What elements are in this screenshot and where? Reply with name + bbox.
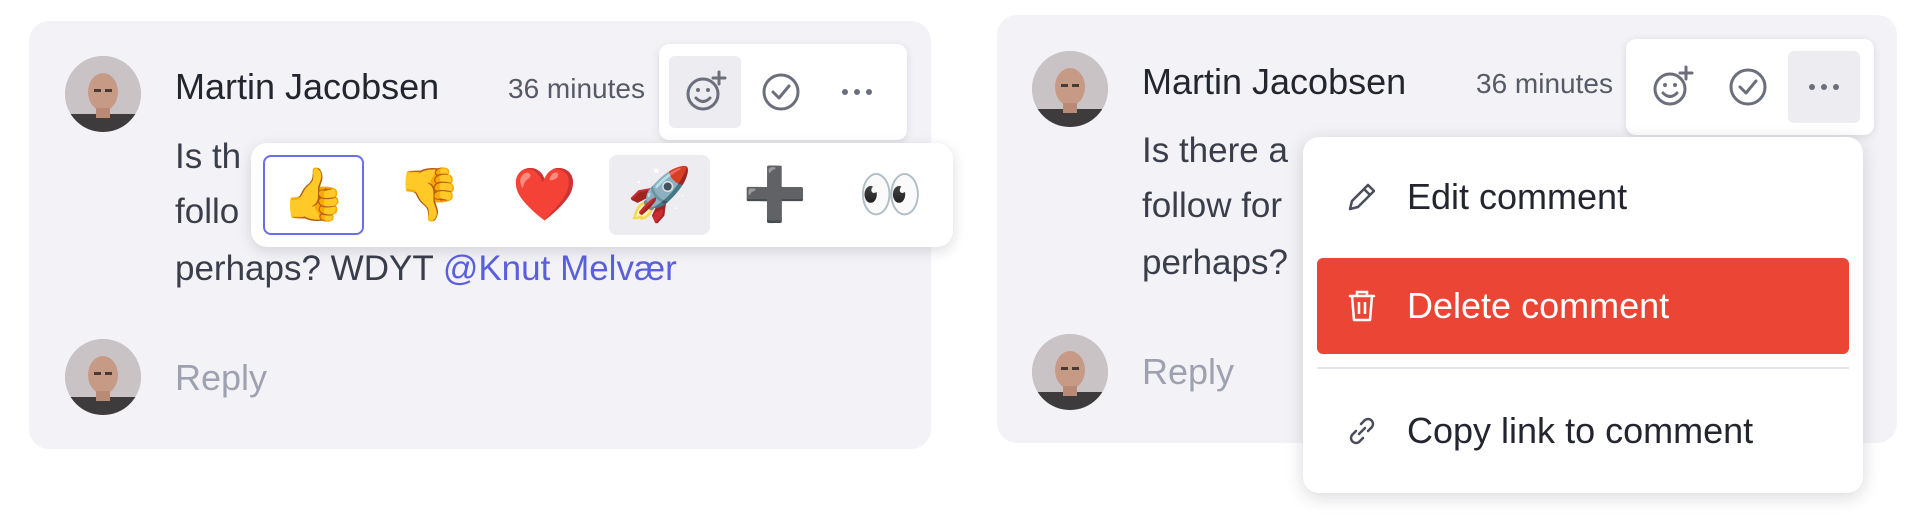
avatar	[65, 56, 141, 132]
more-options-button[interactable]	[821, 56, 893, 128]
edit-comment-label: Edit comment	[1407, 176, 1628, 217]
delete-comment-label: Delete comment	[1407, 285, 1670, 326]
resolve-check-icon	[762, 73, 800, 111]
add-reaction-icon	[686, 70, 727, 111]
resolve-button[interactable]	[745, 56, 817, 128]
reaction-heart[interactable]: ❤️	[494, 155, 595, 235]
comment-timestamp: 36 minutes	[1476, 68, 1613, 99]
comment-line-2: follow for	[1142, 186, 1283, 225]
more-options-button[interactable]	[1788, 51, 1860, 123]
add-reaction-button[interactable]	[669, 56, 741, 128]
more-options-icon	[1809, 84, 1839, 90]
reply-avatar	[65, 339, 141, 415]
more-options-icon	[842, 89, 872, 95]
reaction-picker: 👍 👎 ❤️ 🚀 ➕ 👀	[251, 143, 953, 247]
comment-options-menu: Edit comment Delete comment Copy link to…	[1303, 137, 1863, 493]
reaction-thumbs-up[interactable]: 👍	[263, 155, 365, 235]
comment-text: perhaps? WDYT	[175, 249, 443, 288]
avatar	[1032, 51, 1108, 127]
menu-divider	[1317, 367, 1849, 369]
resolve-check-icon	[1729, 68, 1767, 106]
reply-input[interactable]: Reply	[175, 357, 267, 399]
edit-comment-item[interactable]: Edit comment	[1317, 149, 1849, 245]
comment-line-1: Is th	[175, 137, 242, 176]
reply-avatar	[1032, 334, 1108, 410]
add-reaction-button[interactable]	[1636, 51, 1708, 123]
comment-toolbar	[1626, 39, 1874, 135]
copy-link-item[interactable]: Copy link to comment	[1317, 383, 1849, 479]
delete-comment-item[interactable]: Delete comment	[1317, 258, 1849, 354]
reaction-thumbs-down[interactable]: 👎	[378, 155, 479, 235]
reply-input[interactable]: Reply	[1142, 351, 1234, 393]
comment-toolbar	[659, 44, 907, 140]
comment-line-1: Is there a	[1142, 131, 1288, 170]
reaction-plus[interactable]: ➕	[724, 155, 825, 235]
resolve-button[interactable]	[1712, 51, 1784, 123]
mention-link[interactable]: @Knut Melvær	[443, 249, 677, 288]
pencil-icon	[1317, 177, 1407, 217]
add-reaction-icon	[1653, 65, 1694, 106]
copy-link-label: Copy link to comment	[1407, 410, 1754, 451]
comment-author[interactable]: Martin Jacobsen	[175, 66, 439, 108]
comment-line-3: perhaps?	[1142, 243, 1288, 282]
comment-line-3: perhaps? WDYT @Knut Melvær	[175, 241, 677, 296]
reaction-eyes[interactable]: 👀	[840, 155, 941, 235]
comment-author[interactable]: Martin Jacobsen	[1142, 61, 1406, 103]
reaction-rocket[interactable]: 🚀	[609, 155, 711, 235]
comment-timestamp: 36 minutes	[508, 73, 645, 104]
link-icon	[1317, 411, 1407, 451]
trash-icon	[1317, 286, 1407, 326]
comment-line-2: follo	[175, 192, 240, 231]
